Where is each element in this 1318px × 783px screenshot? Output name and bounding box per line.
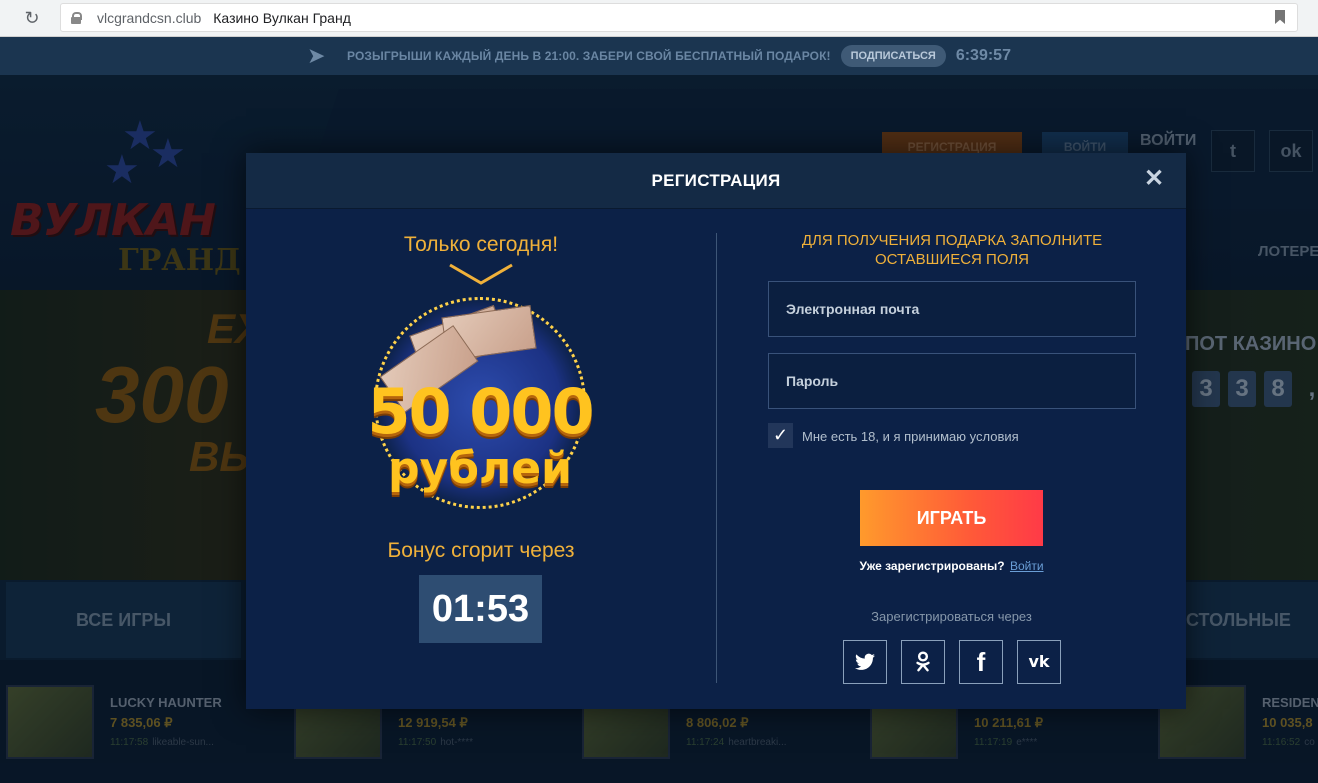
email-field[interactable] <box>768 281 1136 337</box>
age-checkbox[interactable]: ✓ <box>768 423 793 448</box>
chevron-down-icon <box>449 263 513 285</box>
bonus-panel: Только сегодня! 50 000 рублей Бонус сгор… <box>246 209 716 709</box>
registration-form: ДЛЯ ПОЛУЧЕНИЯ ПОДАРКА ЗАПОЛНИТЕ ОСТАВШИЕ… <box>717 209 1186 709</box>
twitter-icon[interactable] <box>843 640 887 684</box>
prize-amount: 50 000 <box>367 375 594 448</box>
modal-body: Только сегодня! 50 000 рублей Бонус сгор… <box>246 209 1186 709</box>
facebook-icon[interactable]: f <box>959 640 1003 684</box>
password-field[interactable] <box>768 353 1136 409</box>
telegram-icon: ➤ <box>307 43 326 68</box>
today-only-text: Только сегодня! <box>403 233 559 256</box>
bonus-countdown: 01:53 <box>419 575 542 643</box>
subscribe-button[interactable]: ПОДПИСАТЬСЯ <box>840 45 946 67</box>
registration-modal: РЕГИСТРАЦИЯ ✕ Только сегодня! 50 000 руб… <box>246 153 1186 709</box>
reload-icon[interactable]: ↻ <box>22 8 42 28</box>
bookmark-icon[interactable] <box>1275 10 1285 24</box>
checkmark-icon: ✓ <box>772 425 789 445</box>
register-via-text: Зарегистрироваться через <box>871 609 1032 624</box>
form-title: ДЛЯ ПОЛУЧЕНИЯ ПОДАРКА ЗАПОЛНИТЕ ОСТАВШИЕ… <box>801 232 1103 268</box>
already-registered: Уже зарегистрированы? Войти <box>717 559 1186 573</box>
play-button[interactable]: ИГРАТЬ <box>860 490 1043 546</box>
close-icon[interactable]: ✕ <box>1142 167 1166 191</box>
address-domain: vlcgrandcsn.club <box>97 9 202 26</box>
promo-text: РОЗЫГРЫШИ КАЖДЫЙ ДЕНЬ В 21:00. ЗАБЕРИ СВ… <box>347 49 831 63</box>
bonus-expiry-text: Бонус сгорит через <box>387 539 575 562</box>
browser-toolbar: ↻ vlcgrandcsn.club Казино Вулкан Гранд <box>0 0 1318 37</box>
lock-icon <box>71 11 82 24</box>
age-checkbox-label[interactable]: Мне есть 18, и я принимаю условия <box>802 429 1019 444</box>
login-link[interactable]: Войти <box>1010 559 1044 573</box>
already-registered-text: Уже зарегистрированы? <box>859 559 1005 573</box>
page-title: Казино Вулкан Гранд <box>213 9 351 26</box>
prize-graphic: 50 000 рублей <box>344 293 616 523</box>
vk-icon[interactable]: vk <box>1017 640 1061 684</box>
modal-header: РЕГИСТРАЦИЯ ✕ <box>246 153 1186 209</box>
prize-unit: рублей <box>388 443 572 494</box>
promo-timer: 6:39:57 <box>955 47 1011 64</box>
promo-strip: ➤ РОЗЫГРЫШИ КАЖДЫЙ ДЕНЬ В 21:00. ЗАБЕРИ … <box>0 37 1318 75</box>
address-bar[interactable]: vlcgrandcsn.club Казино Вулкан Гранд <box>60 3 1298 32</box>
odnoklassniki-icon[interactable] <box>901 640 945 684</box>
modal-title: РЕГИСТРАЦИЯ <box>651 170 781 190</box>
